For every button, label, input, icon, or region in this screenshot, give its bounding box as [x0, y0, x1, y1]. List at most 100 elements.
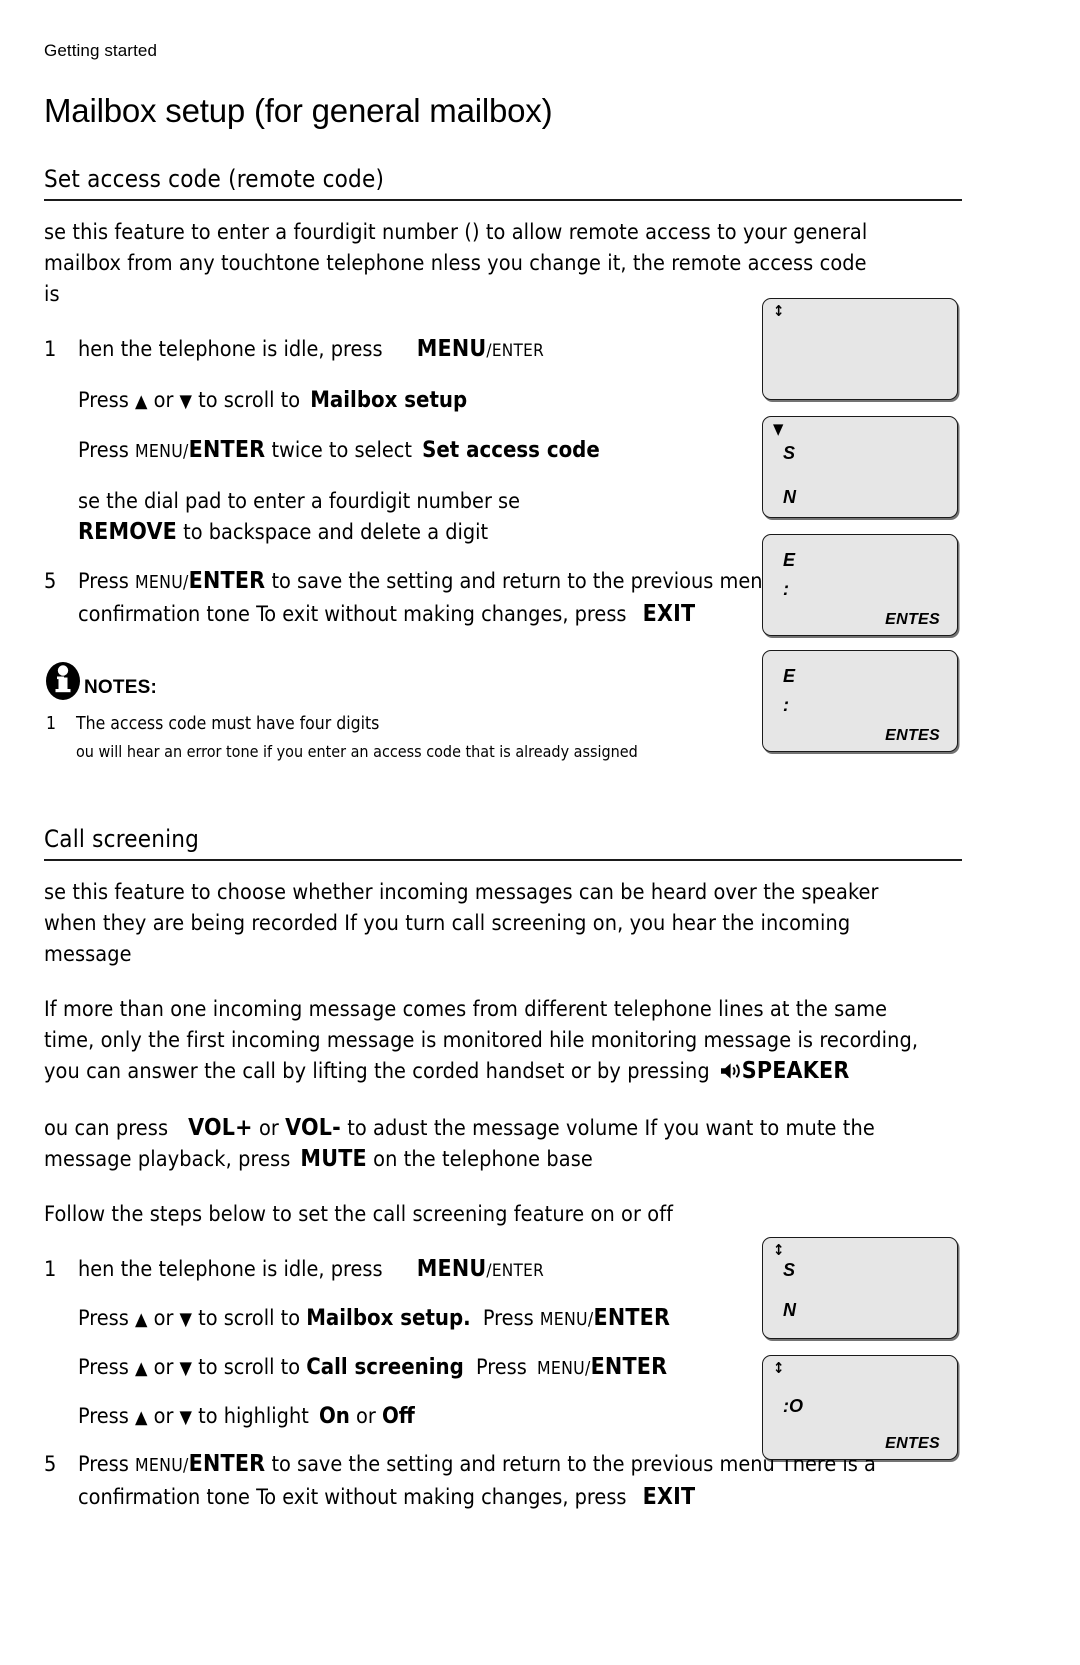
page-title: Mailbox setup (for general mailbox)	[44, 92, 553, 129]
step-text: Press	[78, 387, 129, 413]
lcd-menu-term: Call screening	[306, 1354, 464, 1380]
arrow-down-icon: ▼	[179, 1308, 193, 1330]
key-menu-prefix: MENU/	[134, 441, 189, 462]
note-text: The access code must have four digits	[76, 713, 380, 734]
key-menu-prefix: MENU/	[536, 1358, 591, 1379]
lcd-option-off: Off	[381, 1403, 415, 1429]
conjunction: or	[356, 1403, 376, 1429]
info-icon	[44, 656, 82, 701]
scroll-arrow-icon: ↕	[773, 1359, 785, 1377]
lcd-text-line: E	[783, 550, 796, 570]
key-enter-suffix: /ENTER	[486, 340, 545, 361]
call-screening-paragraph-4: Follow the steps below to set the call s…	[44, 1201, 673, 1227]
arrow-up-icon: ▲	[134, 390, 148, 412]
step-number: 1	[44, 336, 57, 362]
intro-paragraph: se this feature to enter a fourdigit num…	[44, 219, 868, 307]
conjunction: or	[153, 1305, 174, 1331]
key-remove: REMOVE	[78, 518, 177, 545]
key-menu-prefix: MENU/	[539, 1309, 594, 1330]
step-tail-text: Press	[475, 1354, 527, 1380]
step-number: 1	[44, 1256, 57, 1282]
step-text: Press	[78, 1451, 129, 1477]
notes-label: NOTES:	[84, 676, 157, 698]
lcd-screen: E : ENTES	[762, 534, 958, 636]
scroll-arrow-icon: ▼	[773, 420, 784, 438]
key-enter: ENTER	[188, 1450, 266, 1477]
step-text: hen the telephone is idle, press	[78, 1256, 383, 1282]
key-enter: ENTER	[188, 567, 266, 594]
conjunction: or	[258, 1115, 279, 1141]
arrow-up-icon: ▲	[134, 1357, 148, 1379]
lcd-softkey-label: ENTES	[885, 1435, 940, 1452]
step-text-mid: twice to select	[271, 437, 412, 463]
lcd-screen: E : ENTES	[762, 650, 958, 752]
lcd-softkey-label: ENTES	[885, 611, 940, 628]
lcd-text-line: :O	[783, 1396, 803, 1416]
lcd-text-line: S	[783, 443, 796, 463]
lcd-text-line: :	[783, 695, 789, 715]
step-text: Press	[78, 437, 129, 463]
key-exit: EXIT	[642, 1483, 696, 1510]
lcd-screen: ↕	[762, 298, 958, 400]
lcd-text-line: E	[783, 666, 796, 686]
note-text: ou will hear an error tone if you enter …	[76, 741, 638, 761]
key-speaker: SPEAKER	[741, 1057, 850, 1084]
speaker-icon	[720, 1058, 742, 1089]
lcd-option-on: On	[318, 1403, 350, 1429]
step-tail-text: Press	[482, 1305, 534, 1331]
key-vol-up: VOL+	[188, 1114, 253, 1141]
call-screening-paragraph-2: If more than one incoming message comes …	[44, 994, 934, 1089]
key-menu: MENU	[416, 335, 487, 362]
key-enter: ENTER	[593, 1304, 671, 1331]
conjunction: or	[153, 1403, 174, 1429]
section-heading-call-screening: Call screening	[44, 825, 962, 861]
step-number: 5	[44, 1451, 57, 1477]
key-exit: EXIT	[642, 600, 696, 627]
lcd-screen: ↕ S N	[762, 1237, 958, 1339]
scroll-arrow-icon: ↕	[773, 302, 785, 320]
lcd-menu-term: Mailbox setup.	[306, 1305, 471, 1331]
call-screening-paragraph-1: se this feature to choose whether incomi…	[44, 879, 879, 967]
step-text-post: to backspace and delete a digit	[183, 519, 489, 545]
conjunction: or	[153, 387, 174, 413]
lcd-text-line: N	[783, 487, 796, 507]
document-page: Getting started Mailbox setup (for gener…	[0, 0, 1080, 1665]
key-enter: ENTER	[590, 1353, 668, 1380]
arrow-down-icon: ▼	[179, 390, 193, 412]
key-vol-down: VOL-	[285, 1114, 341, 1141]
step-text: Press	[78, 1354, 129, 1380]
scroll-arrow-icon: ↕	[773, 1241, 785, 1259]
step-text-mid: to scroll to	[198, 387, 301, 413]
conjunction: or	[153, 1354, 174, 1380]
step-text-mid: to scroll to	[198, 1305, 301, 1331]
key-menu-prefix: MENU/	[134, 572, 189, 593]
lcd-menu-term: Set access code	[422, 437, 600, 463]
running-header: Getting started	[44, 41, 158, 60]
step-text: Press	[78, 1403, 129, 1429]
section-heading-set-access-code: Set access code (remote code)	[44, 165, 962, 201]
lcd-text-line: :	[783, 579, 789, 599]
lcd-text-line: N	[783, 1300, 796, 1320]
lcd-menu-term: Mailbox setup	[310, 387, 468, 413]
step-text-mid: to highlight	[198, 1403, 309, 1429]
paragraph-text-post: on the telephone base	[373, 1146, 593, 1172]
step-text: hen the telephone is idle, press	[78, 336, 383, 362]
step-text: Press	[78, 568, 129, 594]
key-enter: ENTER	[188, 436, 266, 463]
step-number: 5	[44, 568, 57, 594]
key-menu-prefix: MENU/	[134, 1455, 189, 1476]
lcd-softkey-label: ENTES	[885, 727, 940, 744]
arrow-down-icon: ▼	[179, 1406, 193, 1428]
step-text: se the dial pad to enter a fourdigit num…	[78, 488, 521, 514]
key-menu: MENU	[416, 1255, 487, 1282]
key-enter-suffix: /ENTER	[486, 1260, 545, 1281]
arrow-up-icon: ▲	[134, 1406, 148, 1428]
step-text: Press	[78, 1305, 129, 1331]
step-text-mid: to scroll to	[198, 1354, 301, 1380]
lcd-screen: ↕ :O ENTES	[762, 1355, 958, 1460]
arrow-down-icon: ▼	[179, 1357, 193, 1379]
lcd-text-line: S	[783, 1260, 796, 1280]
note-number: 1	[46, 713, 57, 734]
arrow-up-icon: ▲	[134, 1308, 148, 1330]
paragraph-text: ou can press	[44, 1115, 169, 1141]
